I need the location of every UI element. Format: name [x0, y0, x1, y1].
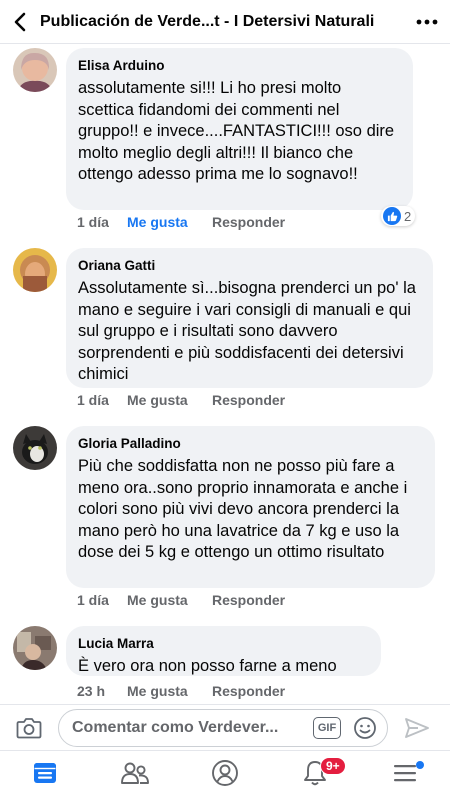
like-button[interactable]: Me gusta	[127, 214, 212, 230]
like-button[interactable]: Me gusta	[127, 392, 212, 408]
comment-text: È vero ora non posso farne a meno	[78, 657, 337, 675]
camera-icon[interactable]	[0, 705, 58, 751]
comment-input[interactable]: Comentar como Verdever... GIF	[58, 708, 388, 747]
comment-author[interactable]: Gloria Palladino	[78, 435, 423, 453]
smile-icon[interactable]	[353, 716, 377, 740]
comment-text: Assolutamente sì...bisogna prenderci un …	[78, 279, 416, 383]
comment-bubble: Lucia Marra È vero ora non posso farne a…	[66, 626, 381, 676]
reply-button[interactable]: Responder	[212, 214, 285, 230]
bottom-navigation: 9+	[0, 750, 450, 800]
menu-icon	[392, 762, 418, 789]
like-button[interactable]: Me gusta	[127, 592, 212, 608]
comment-timestamp[interactable]: 1 día	[77, 592, 127, 608]
page-title: Publicación de Verde...t - I Detersivi N…	[40, 12, 375, 30]
new-indicator-dot	[416, 761, 424, 769]
comment-bubble: Oriana Gatti Assolutamente sì...bisogna …	[66, 248, 433, 388]
reply-button[interactable]: Responder	[212, 392, 285, 408]
comment-bubble: Gloria Palladino Più che soddisfatta non…	[66, 426, 435, 588]
back-arrow-icon[interactable]	[0, 0, 40, 44]
comment-composer: Comentar como Verdever... GIF	[0, 704, 450, 750]
groups-icon	[120, 760, 150, 791]
comment-timestamp[interactable]: 1 día	[77, 392, 127, 408]
comment-bubble: Elisa Arduino assolutamente si!!! Li ho …	[66, 48, 413, 210]
comment-timestamp[interactable]: 1 día	[77, 214, 127, 230]
more-icon[interactable]	[404, 0, 450, 44]
comment-author[interactable]: Elisa Arduino	[78, 57, 401, 75]
reply-button[interactable]: Responder	[212, 592, 285, 608]
like-button[interactable]: Me gusta	[127, 683, 212, 699]
nav-menu[interactable]	[360, 751, 450, 800]
comment-actions: 1 día Me gusta Responder	[77, 592, 285, 608]
comment-actions: 1 día Me gusta Responder	[77, 214, 285, 230]
gif-button[interactable]: GIF	[313, 716, 341, 739]
nav-groups[interactable]	[90, 751, 180, 800]
comment-timestamp[interactable]: 23 h	[77, 683, 127, 699]
avatar[interactable]	[13, 248, 57, 292]
comment-actions: 1 día Me gusta Responder	[77, 392, 285, 408]
comment-text: Più che soddisfatta non ne posso più far…	[78, 457, 408, 561]
notification-badge: 9+	[320, 757, 346, 775]
comment-input-placeholder: Comentar como Verdever...	[72, 718, 279, 736]
reaction-summary[interactable]: 2	[381, 206, 416, 226]
comment-actions: 23 h Me gusta Responder	[77, 683, 285, 699]
profile-icon	[211, 759, 239, 792]
comment-author[interactable]: Oriana Gatti	[78, 257, 421, 275]
send-icon[interactable]	[388, 705, 446, 751]
top-bar: Publicación de Verde...t - I Detersivi N…	[0, 0, 450, 44]
comment-text: assolutamente si!!! Li ho presi molto sc…	[78, 79, 395, 183]
nav-notifications[interactable]: 9+	[270, 751, 360, 800]
nav-feed[interactable]	[0, 751, 90, 800]
reaction-count: 2	[404, 208, 412, 224]
comment-author[interactable]: Lucia Marra	[78, 635, 369, 653]
nav-profile[interactable]	[180, 751, 270, 800]
feed-icon	[32, 760, 58, 791]
avatar[interactable]	[13, 626, 57, 670]
avatar[interactable]	[13, 48, 57, 92]
comment-list: Elisa Arduino assolutamente si!!! Li ho …	[0, 44, 450, 704]
thumbs-up-icon	[383, 207, 401, 225]
reply-button[interactable]: Responder	[212, 683, 285, 699]
avatar[interactable]	[13, 426, 57, 470]
